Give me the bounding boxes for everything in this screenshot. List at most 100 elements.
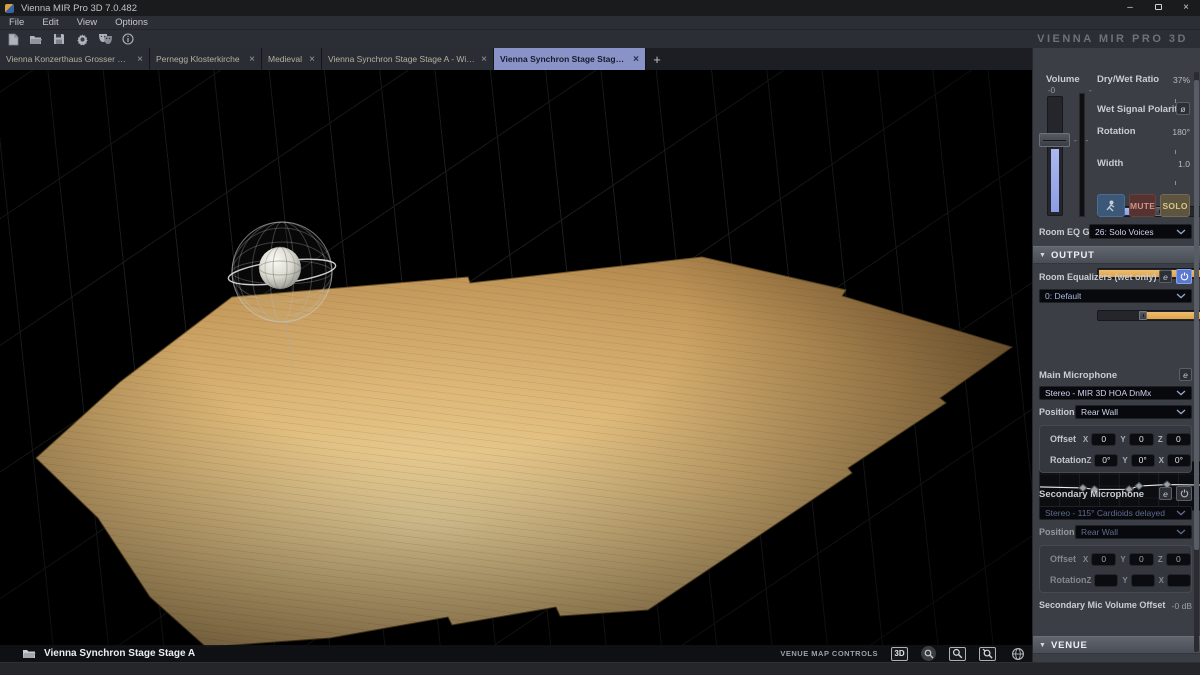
tab-close-icon[interactable]: ×: [627, 54, 639, 65]
main-mic-rot-z[interactable]: 0°: [1094, 454, 1118, 467]
main-mic-offset-x[interactable]: 0: [1091, 433, 1116, 446]
chevron-down-icon: [1176, 293, 1186, 299]
venue-section-header[interactable]: ▼ VENUE: [1033, 636, 1200, 654]
mute-button[interactable]: MUTE: [1129, 194, 1156, 217]
polarity-button[interactable]: ø: [1176, 102, 1190, 115]
power-icon: [1180, 489, 1189, 498]
room-eq-grp-dropdown[interactable]: 26: Solo Voices: [1089, 224, 1192, 239]
secondary-mic-offset-z[interactable]: 0: [1166, 553, 1191, 566]
main-mic-rot-y[interactable]: 0°: [1131, 454, 1155, 467]
tab-medieval[interactable]: Medieval ×: [262, 48, 322, 70]
tab-synchron-stage-a[interactable]: Vienna Synchron Stage Stage A ×: [494, 48, 646, 70]
room-eq-preset-dropdown[interactable]: 0: Default: [1039, 289, 1192, 303]
gear-icon: [76, 33, 89, 46]
secondary-mic-rot-x[interactable]: [1167, 574, 1191, 587]
secondary-mic-edit-button[interactable]: e: [1159, 487, 1172, 500]
volume-slider[interactable]: [1047, 96, 1063, 216]
room-eq-power-button[interactable]: [1176, 269, 1192, 284]
zoom-tool-button[interactable]: [921, 646, 936, 661]
volume-slider-handle[interactable]: [1039, 133, 1070, 147]
tab-synchron-wide[interactable]: Vienna Synchron Stage Stage A - Wide ×: [322, 48, 494, 70]
main-mic-edit-button[interactable]: e: [1179, 368, 1192, 381]
secondary-mic-power-button[interactable]: [1176, 486, 1192, 501]
chevron-down-icon: [1176, 510, 1186, 516]
new-file-button[interactable]: [3, 31, 23, 47]
title-bar: Vienna MIR Pro 3D 7.0.482 – ×: [0, 0, 1200, 16]
info-icon: [122, 33, 134, 45]
output-section-header[interactable]: ▼ OUTPUT: [1033, 246, 1200, 264]
secondary-mic-offset-label: Offset: [1050, 554, 1083, 564]
magnifier-icon: [924, 649, 934, 659]
open-button[interactable]: [26, 31, 46, 47]
secondary-mic-position-dropdown[interactable]: Rear Wall: [1075, 525, 1192, 539]
main-mic-offset-z[interactable]: 0: [1166, 433, 1191, 446]
secondary-mic-transform-box: Offset X 0 Y 0 Z 0 Rotation Z Y X: [1039, 545, 1192, 593]
info-button[interactable]: [118, 31, 138, 47]
solo-button[interactable]: SOLO: [1160, 194, 1190, 217]
tab-close-icon[interactable]: ×: [243, 54, 255, 65]
main-mic-offset-y[interactable]: 0: [1129, 433, 1154, 446]
main-mic-rotation-label: Rotation: [1050, 455, 1087, 465]
secondary-mic-offset-y[interactable]: 0: [1129, 553, 1154, 566]
rotation-center-tick: [1175, 150, 1176, 154]
menu-bar: File Edit View Options: [0, 16, 1200, 30]
main-mic-offset-label: Offset: [1050, 434, 1083, 444]
level-meter: [1079, 93, 1085, 217]
settings-button[interactable]: [72, 31, 92, 47]
width-value: 1.0: [1178, 159, 1190, 169]
width-slider[interactable]: [1097, 310, 1200, 321]
zoom-to-selection-button[interactable]: [949, 647, 966, 661]
dry-wet-label: Dry/Wet Ratio: [1097, 74, 1159, 85]
chevron-down-icon: [1176, 229, 1186, 235]
secondary-mic-label: Secondary Microphone: [1039, 489, 1144, 500]
width-handle[interactable]: [1139, 311, 1147, 320]
stage-masks-button[interactable]: [95, 31, 115, 47]
app-window: Vienna MIR Pro 3D 7.0.482 – × File Edit …: [0, 0, 1200, 675]
secondary-mic-rotation-label: Rotation: [1050, 575, 1087, 585]
secondary-mic-rot-z[interactable]: [1094, 574, 1118, 587]
secondary-mic-position-label: Position: [1039, 527, 1075, 537]
power-icon: [1180, 272, 1189, 281]
view-3d-toggle-button[interactable]: 3D: [891, 647, 908, 661]
menu-options[interactable]: Options: [106, 17, 157, 28]
secondary-mic-offset-x[interactable]: 0: [1091, 553, 1116, 566]
volume-label: Volume: [1046, 74, 1080, 85]
orbit-view-button[interactable]: [1009, 647, 1026, 661]
minimize-button[interactable]: –: [1116, 0, 1144, 16]
dry-wet-value: 37%: [1173, 75, 1190, 85]
tab-close-icon[interactable]: ×: [475, 54, 487, 65]
app-logo: VIENNA MIR PRO 3D: [1037, 33, 1188, 45]
width-center-tick: [1175, 181, 1176, 185]
secondary-mic-type-dropdown[interactable]: Stereo - 115° Cardioids delayed: [1039, 506, 1192, 520]
maximize-button[interactable]: [1144, 0, 1172, 16]
main-mic-position-dropdown[interactable]: Rear Wall: [1075, 405, 1192, 419]
panel-scrollbar-thumb[interactable]: [1194, 80, 1199, 550]
save-button[interactable]: [49, 31, 69, 47]
add-tab-button[interactable]: +: [646, 48, 668, 70]
collapse-arrow-icon: ▼: [1039, 642, 1046, 649]
room-eq-label: Room Equalizers (wet only): [1039, 272, 1157, 282]
close-button[interactable]: ×: [1172, 0, 1200, 16]
instrument-character-button[interactable]: [1097, 194, 1125, 217]
menu-view[interactable]: View: [68, 17, 106, 28]
app-icon: [5, 4, 14, 13]
width-label: Width: [1097, 158, 1123, 169]
tab-close-icon[interactable]: ×: [303, 54, 315, 65]
tab-vienna-konzerthaus[interactable]: Vienna Konzerthaus Grosser Saal ×: [0, 48, 150, 70]
venue-map-controls-label: VENUE MAP CONTROLS: [780, 649, 878, 658]
menu-file[interactable]: File: [0, 17, 33, 28]
main-mic-position-label: Position: [1039, 407, 1075, 417]
venue-3d-viewport[interactable]: Vienna Synchron Stage Stage A VENUE MAP …: [0, 70, 1032, 662]
menu-edit[interactable]: Edit: [33, 17, 67, 28]
panel-scrollbar[interactable]: [1194, 72, 1199, 652]
open-folder-icon: [29, 34, 43, 45]
secondary-mic-rot-y[interactable]: [1131, 574, 1155, 587]
main-mic-rot-x[interactable]: 0°: [1167, 454, 1191, 467]
tab-close-icon[interactable]: ×: [131, 54, 143, 65]
zoom-selection-icon: [952, 648, 963, 659]
room-eq-edit-button[interactable]: e: [1159, 270, 1172, 283]
masks-icon: [98, 33, 113, 45]
zoom-to-all-button[interactable]: [979, 647, 996, 661]
tab-pernegg[interactable]: Pernegg Klosterkirche ×: [150, 48, 262, 70]
main-mic-type-dropdown[interactable]: Stereo - MIR 3D HOA DnMx: [1039, 386, 1192, 400]
